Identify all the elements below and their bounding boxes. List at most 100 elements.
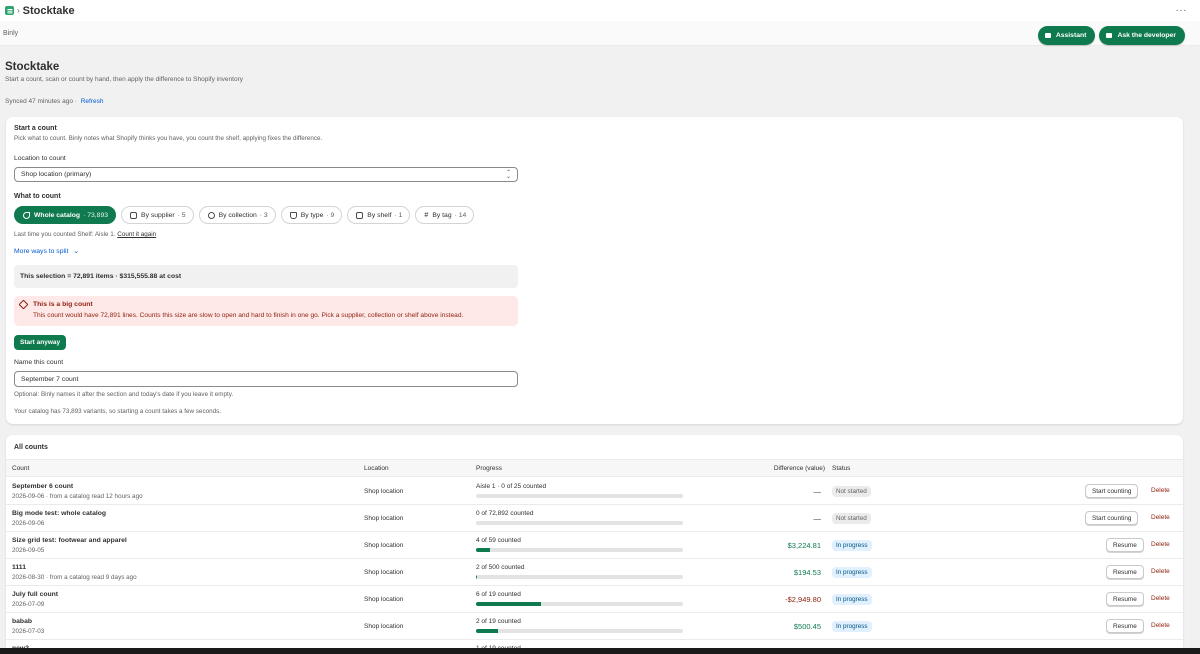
page-title: Stocktake <box>5 61 60 73</box>
progress-fill <box>476 629 498 633</box>
app-name: Binly <box>3 29 19 37</box>
progress-text: 6 of 19 counted <box>476 591 521 598</box>
delete-link[interactable]: Delete <box>1151 568 1170 575</box>
delete-link[interactable]: Delete <box>1151 514 1170 521</box>
bag-icon <box>289 211 297 219</box>
topbar-title: Stocktake <box>22 4 75 17</box>
pill-whole-catalog[interactable]: Whole catalog · 73,893 <box>14 206 117 224</box>
table-row[interactable]: July full count 2026-07-09 Shop location 6 … <box>6 586 1183 613</box>
delete-link[interactable]: Delete <box>1151 487 1170 494</box>
all-counts-title: All counts <box>14 444 48 451</box>
selection-summary: This selection = 72,891 items · $315,555… <box>14 265 518 288</box>
progress-bar <box>476 629 683 633</box>
status-badge: In progress <box>832 594 872 605</box>
more-ways-toggle[interactable]: More ways to split ⌄ <box>14 247 79 255</box>
page-header: Stocktake Start a count, scan or count b… <box>5 61 243 83</box>
split-pills: Whole catalog · 73,893 By supplier · 5 By … <box>14 206 475 224</box>
count-name[interactable]: Big mode test: whole catalog <box>12 510 106 517</box>
progress-text: Aisle 1 · 0 of 25 counted <box>476 483 547 490</box>
chevron-down-icon: ⌄ <box>73 248 79 255</box>
sync-status: Synced 47 minutes ago · Refresh <box>5 98 104 105</box>
window-edge <box>0 648 1200 654</box>
progress-fill <box>476 602 542 606</box>
last-count-note: Last time you counted Shelf: Aisle 1. Co… <box>14 231 157 238</box>
count-name[interactable]: September 6 count <box>12 483 73 490</box>
count-name-input[interactable]: September 7 count <box>14 371 518 387</box>
resume-button[interactable]: Resume <box>1106 592 1144 606</box>
status-badge: In progress <box>832 621 872 632</box>
table-row[interactable]: 1111 2026-08-30 · from a catalog read 9 d… <box>6 559 1183 586</box>
resume-button[interactable]: Resume <box>1106 565 1144 579</box>
count-location: Shop location <box>364 542 404 549</box>
top-bar: › Stocktake ··· <box>0 0 1200 21</box>
difference-value: -$2,949.80 <box>785 595 821 604</box>
status-badge: In progress <box>832 567 872 578</box>
truck-icon <box>130 211 138 219</box>
status-badge: Not started <box>832 513 871 524</box>
location-select[interactable]: Shop location (primary) ⌃ ⌄ <box>14 167 518 182</box>
resume-button[interactable]: Resume <box>1106 538 1144 552</box>
app-icon[interactable] <box>5 6 14 15</box>
more-options-icon[interactable]: ··· <box>1176 5 1188 16</box>
difference-value: $3,224.81 <box>787 541 821 550</box>
chevron-right-icon: › <box>17 6 20 15</box>
warning-icon <box>18 299 29 310</box>
count-meta: 2026-08-30 · from a catalog read 9 days … <box>12 574 137 581</box>
count-meta: 2026-09-06 · from a catalog read 12 hour… <box>12 493 143 500</box>
start-counting-button[interactable]: Start counting <box>1085 484 1139 498</box>
pill-by-type[interactable]: By type · 9 <box>280 206 343 224</box>
count-location: Shop location <box>364 488 404 495</box>
delete-link[interactable]: Delete <box>1151 622 1170 629</box>
progress-text: 4 of 59 counted <box>476 537 521 544</box>
pill-by-collection[interactable]: By collection · 3 <box>198 206 276 224</box>
progress-bar <box>476 602 683 606</box>
count-name[interactable]: July full count <box>12 591 58 598</box>
pill-by-shelf[interactable]: By shelf · 1 <box>347 206 411 224</box>
chat-icon <box>1106 32 1113 38</box>
ask-developer-button[interactable]: Ask the developer <box>1099 25 1185 45</box>
delete-link[interactable]: Delete <box>1151 595 1170 602</box>
section-title: Start a count <box>14 125 57 132</box>
resume-button[interactable]: Resume <box>1106 619 1144 633</box>
status-badge: Not started <box>832 486 871 497</box>
location-label: Location to count <box>14 155 66 162</box>
delete-link[interactable]: Delete <box>1151 541 1170 548</box>
count-name[interactable]: Size grid test: footwear and apparel <box>12 537 127 544</box>
table-row[interactable]: September 6 count 2026-09-06 · from a cat… <box>6 478 1183 505</box>
name-label: Name this count <box>14 359 64 366</box>
all-counts-card: All counts Count Location Progress Diffe… <box>6 435 1183 654</box>
count-meta: 2026-09-05 <box>12 547 45 554</box>
tag-icon <box>23 211 30 219</box>
pill-by-supplier[interactable]: By supplier · 5 <box>121 206 194 224</box>
progress-bar <box>476 521 683 525</box>
table-row[interactable]: babab 2026-07-03 Shop location 2 of 19 coun… <box>6 613 1183 640</box>
chat-icon <box>1044 32 1051 38</box>
progress-bar <box>476 548 683 552</box>
difference-value: — <box>813 487 822 496</box>
progress-text: 2 of 19 counted <box>476 618 521 625</box>
count-location: Shop location <box>364 596 404 603</box>
assistant-button[interactable]: Assistant <box>1037 25 1096 45</box>
difference-value: — <box>813 514 822 523</box>
start-anyway-button[interactable]: Start anyway <box>14 335 67 350</box>
count-meta: 2026-07-03 <box>12 628 45 635</box>
table-row[interactable]: Big mode test: whole catalog 2026-09-06 Sh… <box>6 505 1183 532</box>
progress-bar <box>476 575 683 579</box>
catalog-note: Your catalog has 73,893 variants, so sta… <box>14 408 221 415</box>
count-name[interactable]: babab <box>12 618 32 625</box>
count-again-link[interactable]: Count it again <box>117 231 156 238</box>
start-counting-button[interactable]: Start counting <box>1085 511 1139 525</box>
table-row[interactable]: Size grid test: footwear and apparel 2026… <box>6 532 1183 559</box>
count-location: Shop location <box>364 623 404 630</box>
count-meta: 2026-09-06 <box>12 520 45 527</box>
page-subtitle: Start a count, scan or count by hand, th… <box>5 76 244 83</box>
hash-icon: # <box>424 211 429 219</box>
count-meta: 2026-07-09 <box>12 601 45 608</box>
count-name[interactable]: 1111 <box>12 564 26 571</box>
count-location: Shop location <box>364 569 404 576</box>
difference-value: $194.53 <box>793 568 821 577</box>
pill-by-tag[interactable]: # By tag · 14 <box>415 206 475 224</box>
table-header: Count Location Progress Difference (valu… <box>6 459 1183 477</box>
progress-text: 0 of 72,892 counted <box>476 510 534 517</box>
refresh-link[interactable]: Refresh <box>81 98 104 105</box>
